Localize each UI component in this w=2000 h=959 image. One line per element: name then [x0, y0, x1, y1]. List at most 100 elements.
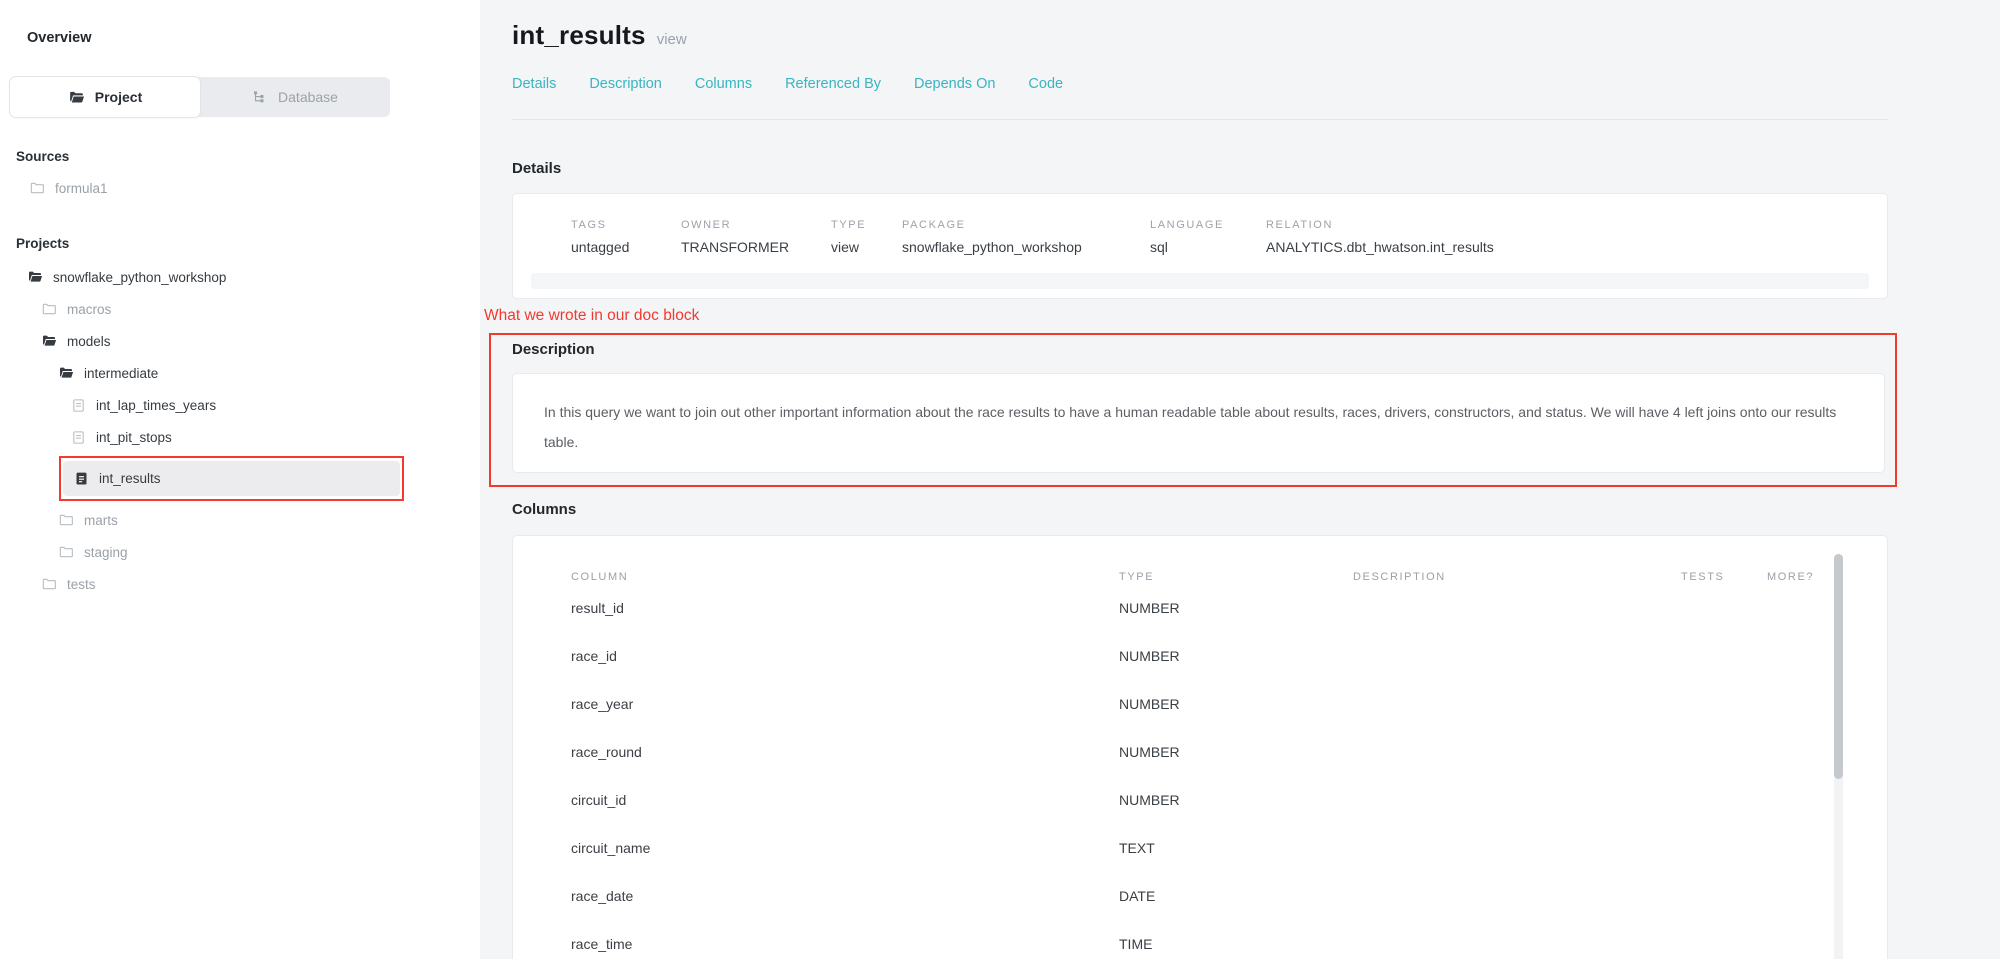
- annotation-box-description: Description In this query we want to joi…: [489, 333, 1897, 487]
- detail-value: sql: [1150, 239, 1266, 255]
- tab-bar: Details Description Columns Referenced B…: [512, 76, 1888, 92]
- detail-field-relation: RELATION ANALYTICS.dbt_hwatson.int_resul…: [1266, 219, 1887, 255]
- sidebar-item-label: tests: [67, 577, 96, 592]
- column-header: TYPE: [1119, 571, 1353, 583]
- detail-field-type: TYPE view: [831, 219, 902, 255]
- resource-type-label: view: [657, 31, 687, 48]
- detail-value: ANALYTICS.dbt_hwatson.int_results: [1266, 239, 1887, 255]
- column-type: DATE: [1119, 888, 1353, 904]
- sidebar-item-marts[interactable]: marts: [0, 504, 480, 536]
- sidebar-item-models[interactable]: models: [0, 325, 480, 357]
- description-body: In this query we want to join out other …: [544, 397, 1854, 457]
- column-type: TIME: [1119, 936, 1353, 952]
- column-header: MORE?: [1767, 571, 1887, 583]
- annotation-text: What we wrote in our doc block: [484, 307, 1888, 325]
- description-heading: Description: [512, 341, 1895, 358]
- folder-icon: [41, 301, 57, 317]
- folder-icon: [58, 544, 74, 560]
- detail-label: OWNER: [681, 219, 831, 231]
- detail-value: untagged: [571, 239, 681, 255]
- columns-heading: Columns: [512, 501, 1888, 518]
- sidebar-item-staging[interactable]: staging: [0, 536, 480, 568]
- detail-label: PACKAGE: [902, 219, 1150, 231]
- sidebar-item-label: macros: [67, 302, 111, 317]
- header-divider: [512, 119, 1888, 120]
- tab-columns[interactable]: Columns: [695, 76, 752, 92]
- folder-open-icon: [68, 89, 85, 106]
- detail-value: view: [831, 239, 902, 255]
- document-icon: [71, 398, 86, 413]
- folder-open-icon: [41, 333, 57, 349]
- description-card: In this query we want to join out other …: [512, 373, 1885, 473]
- column-name: circuit_name: [571, 840, 1119, 856]
- annotation-box-int-results: int_results: [59, 456, 404, 501]
- column-type: NUMBER: [1119, 600, 1353, 616]
- column-header: DESCRIPTION: [1353, 571, 1681, 583]
- sidebar-item-intermediate[interactable]: intermediate: [0, 357, 480, 389]
- column-type: NUMBER: [1119, 792, 1353, 808]
- column-name: race_year: [571, 696, 1119, 712]
- page-header: int_results view: [512, 20, 1888, 51]
- app: Overview Project Database Sources formul…: [0, 0, 2000, 959]
- list-tree-icon: [252, 89, 268, 105]
- table-row[interactable]: race_year NUMBER: [571, 680, 1887, 728]
- document-icon: [71, 430, 86, 445]
- sidebar-item-formula1[interactable]: formula1: [0, 172, 480, 204]
- scrollbar-thumb[interactable]: [1834, 554, 1843, 779]
- table-row[interactable]: circuit_id NUMBER: [571, 776, 1887, 824]
- table-scrollbar[interactable]: [1834, 554, 1843, 959]
- sidebar-item-snowflake-python-workshop[interactable]: snowflake_python_workshop: [0, 261, 480, 293]
- table-row[interactable]: race_round NUMBER: [571, 728, 1887, 776]
- detail-label: TAGS: [571, 219, 681, 231]
- tab-details[interactable]: Details: [512, 76, 556, 92]
- sidebar-item-label: formula1: [55, 181, 108, 196]
- column-name: race_id: [571, 648, 1119, 664]
- column-name: race_time: [571, 936, 1119, 952]
- detail-field-owner: OWNER TRANSFORMER: [681, 219, 831, 255]
- columns-card: COLUMN TYPE DESCRIPTION TESTS MORE? resu…: [512, 535, 1888, 959]
- sidebar-item-label: intermediate: [84, 366, 158, 381]
- detail-value: TRANSFORMER: [681, 239, 831, 255]
- sidebar-item-label: marts: [84, 513, 118, 528]
- project-tree: snowflake_python_workshop macros models …: [0, 261, 480, 600]
- tab-description[interactable]: Description: [589, 76, 662, 92]
- details-card: TAGS untagged OWNER TRANSFORMER TYPE vie…: [512, 193, 1888, 299]
- overview-heading: Overview: [27, 30, 480, 46]
- table-row[interactable]: circuit_name TEXT: [571, 824, 1887, 872]
- sidebar-item-label: int_results: [99, 471, 161, 486]
- folder-icon: [58, 512, 74, 528]
- tab-code[interactable]: Code: [1028, 76, 1063, 92]
- column-name: race_date: [571, 888, 1119, 904]
- table-row[interactable]: race_id NUMBER: [571, 632, 1887, 680]
- sidebar-item-macros[interactable]: macros: [0, 293, 480, 325]
- tab-depends-on[interactable]: Depends On: [914, 76, 995, 92]
- folder-icon: [41, 576, 57, 592]
- project-toggle-button[interactable]: Project: [10, 77, 200, 117]
- detail-field-package: PACKAGE snowflake_python_workshop: [902, 219, 1150, 255]
- sidebar-item-int-results-selected[interactable]: int_results: [63, 461, 400, 496]
- table-row[interactable]: result_id NUMBER: [571, 584, 1887, 632]
- detail-label: LANGUAGE: [1150, 219, 1266, 231]
- main-panel: int_results view Details Description Col…: [480, 0, 2000, 959]
- sidebar-item-tests[interactable]: tests: [0, 568, 480, 600]
- sidebar-item-label: staging: [84, 545, 128, 560]
- sources-heading: Sources: [16, 149, 480, 164]
- tab-referenced-by[interactable]: Referenced By: [785, 76, 881, 92]
- database-toggle-label: Database: [278, 89, 338, 105]
- project-toggle-label: Project: [95, 89, 142, 105]
- sidebar-item-int-pit-stops[interactable]: int_pit_stops: [0, 421, 480, 453]
- sidebar-item-label: models: [67, 334, 111, 349]
- table-row[interactable]: race_time TIME: [571, 920, 1887, 959]
- database-toggle-button[interactable]: Database: [200, 77, 390, 117]
- collapsed-row-strip[interactable]: [531, 273, 1869, 289]
- folder-icon: [29, 180, 45, 196]
- details-heading: Details: [512, 160, 1888, 177]
- document-filled-icon: [74, 471, 89, 486]
- folder-open-icon: [27, 269, 43, 285]
- sidebar-item-int-lap-times-years[interactable]: int_lap_times_years: [0, 389, 480, 421]
- column-type: NUMBER: [1119, 744, 1353, 760]
- table-row[interactable]: race_date DATE: [571, 872, 1887, 920]
- column-type: TEXT: [1119, 840, 1353, 856]
- detail-label: RELATION: [1266, 219, 1887, 231]
- column-type: NUMBER: [1119, 648, 1353, 664]
